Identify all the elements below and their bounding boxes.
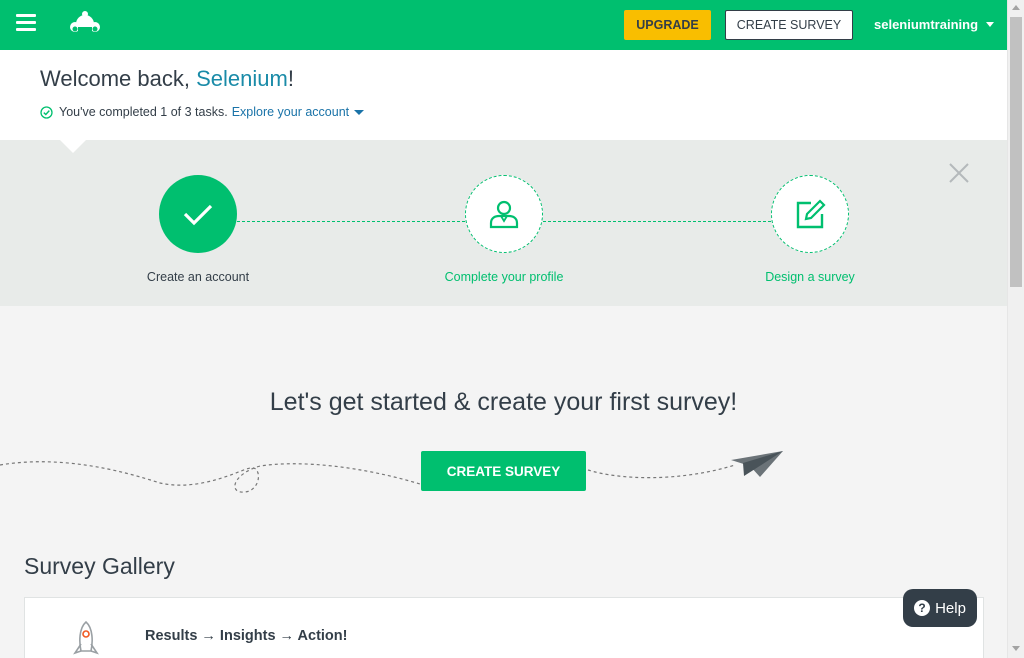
step-complete-profile-circle[interactable] — [465, 175, 543, 253]
caret-down-icon — [986, 22, 995, 27]
top-navigation-bar: UPGRADE CREATE SURVEY seleniumtraining — [0, 0, 1007, 50]
create-survey-header-button[interactable]: CREATE SURVEY — [725, 10, 853, 40]
step-label-create-account: Create an account — [146, 270, 250, 284]
hamburger-menu-icon[interactable] — [16, 14, 36, 34]
step-design-survey-circle[interactable] — [771, 175, 849, 253]
help-button[interactable]: ? Help — [903, 589, 977, 627]
survey-gallery-heading: Survey Gallery — [24, 553, 175, 579]
scrollbar-thumb[interactable] — [1010, 17, 1022, 287]
scroll-down-arrow-icon[interactable] — [1012, 646, 1020, 651]
user-account-menu[interactable]: seleniumtraining — [874, 17, 995, 32]
vertical-scrollbar[interactable] — [1007, 0, 1024, 658]
scroll-up-arrow-icon[interactable] — [1012, 5, 1020, 10]
step-connector — [543, 221, 771, 222]
caret-down-icon — [354, 109, 365, 115]
step-label-complete-profile[interactable]: Complete your profile — [404, 270, 604, 284]
welcome-greeting: Welcome back, — [40, 66, 197, 91]
create-survey-main-button[interactable]: CREATE SURVEY — [421, 451, 586, 491]
surveymonkey-logo-icon[interactable] — [66, 10, 104, 36]
panel-pointer — [60, 140, 86, 153]
checkmark-icon — [183, 204, 213, 226]
welcome-heading: Welcome back, Selenium! — [40, 66, 294, 92]
explore-account-label: Explore your account — [231, 105, 350, 119]
step-connector — [237, 221, 465, 222]
question-mark-icon: ? — [914, 600, 931, 616]
welcome-user-name: Selenium — [196, 66, 288, 91]
paper-plane-path-illustration — [0, 451, 783, 493]
username-label: seleniumtraining — [874, 17, 979, 32]
upgrade-button[interactable]: UPGRADE — [624, 10, 711, 40]
welcome-punct: ! — [287, 66, 294, 91]
paper-plane-icon — [731, 451, 783, 477]
tasks-progress: You've completed 1 of 3 tasks. Explore y… — [40, 105, 365, 119]
close-icon[interactable] — [948, 162, 970, 184]
step-label-design-survey[interactable]: Design a survey — [710, 270, 910, 284]
gallery-card[interactable]: Results → Insights → Action! — [24, 597, 984, 658]
welcome-section: Welcome back, Selenium! You've completed… — [0, 50, 1007, 140]
get-started-heading: Let's get started & create your first su… — [269, 388, 738, 416]
user-profile-icon — [489, 200, 519, 229]
edit-icon — [796, 199, 826, 229]
gallery-card-title: Results → Insights → Action! — [145, 628, 348, 644]
rocket-icon — [73, 620, 99, 655]
tasks-completed-text: You've completed 1 of 3 tasks. — [59, 105, 228, 119]
step-create-account-circle — [159, 175, 237, 253]
check-circle-icon — [40, 105, 53, 119]
explore-account-link[interactable]: Explore your account — [231, 105, 365, 119]
help-label: Help — [935, 599, 966, 617]
